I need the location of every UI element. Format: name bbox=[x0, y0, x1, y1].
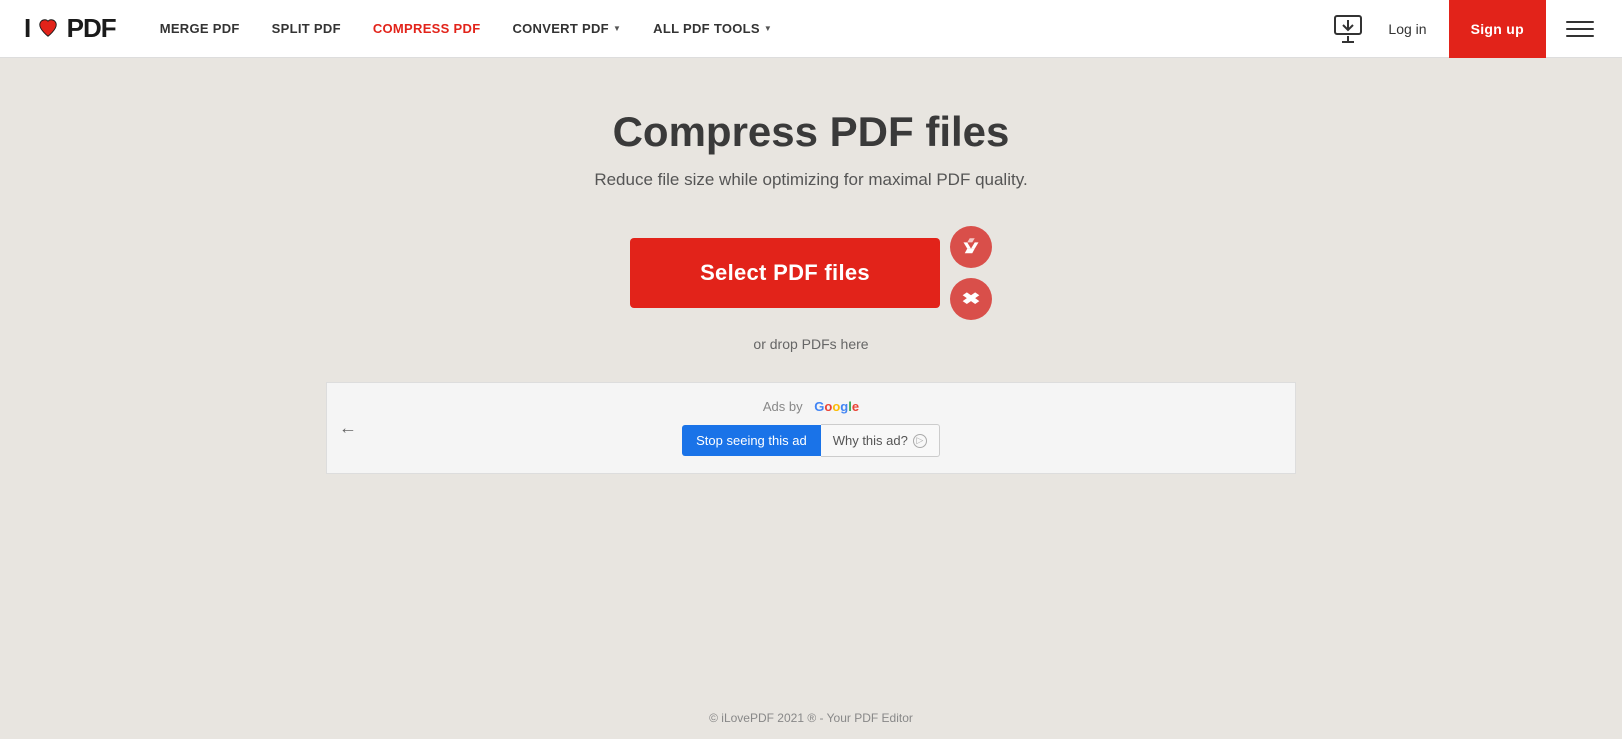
cloud-upload-icons bbox=[950, 226, 992, 320]
stop-seeing-ad-button[interactable]: Stop seeing this ad bbox=[682, 425, 821, 456]
select-files-button[interactable]: Select PDF files bbox=[630, 238, 940, 308]
dropbox-upload-button[interactable] bbox=[950, 278, 992, 320]
hamburger-line-3 bbox=[1566, 35, 1594, 37]
header-right: Log in Sign up bbox=[1330, 0, 1598, 58]
ads-by-google-label: Ads by Google bbox=[763, 399, 859, 414]
drop-text: or drop PDFs here bbox=[753, 336, 868, 352]
logo[interactable]: I PDF bbox=[24, 13, 116, 44]
nav-all-pdf-tools[interactable]: ALL PDF TOOLS bbox=[641, 13, 784, 44]
signup-button[interactable]: Sign up bbox=[1449, 0, 1546, 58]
logo-text: I PDF bbox=[24, 13, 116, 44]
why-this-ad-label: Why this ad? bbox=[833, 433, 908, 448]
footer-text: © iLovePDF 2021 ® - Your PDF Editor bbox=[709, 711, 913, 725]
login-link[interactable]: Log in bbox=[1378, 15, 1436, 43]
google-logo-text: Google bbox=[814, 399, 859, 414]
nav-convert-pdf[interactable]: CONVERT PDF bbox=[500, 13, 633, 44]
main-nav: MERGE PDF SPLIT PDF COMPRESS PDF CONVERT… bbox=[148, 13, 1331, 44]
nav-merge-pdf[interactable]: MERGE PDF bbox=[148, 13, 252, 44]
ad-container: ← Ads by Google Stop seeing this ad Why … bbox=[326, 382, 1296, 474]
nav-compress-pdf[interactable]: COMPRESS PDF bbox=[361, 13, 493, 44]
hamburger-menu-button[interactable] bbox=[1562, 11, 1598, 47]
back-arrow-icon[interactable]: ← bbox=[339, 418, 357, 439]
hamburger-line-1 bbox=[1566, 21, 1594, 23]
logo-heart-icon bbox=[37, 17, 59, 39]
upload-area: Select PDF files bbox=[630, 226, 992, 320]
why-this-ad-button[interactable]: Why this ad? ▷ bbox=[821, 424, 940, 457]
nav-split-pdf[interactable]: SPLIT PDF bbox=[260, 13, 353, 44]
hamburger-line-2 bbox=[1566, 28, 1594, 30]
page-title: Compress PDF files bbox=[613, 108, 1010, 156]
ad-controls: Stop seeing this ad Why this ad? ▷ bbox=[682, 424, 940, 457]
page-subtitle: Reduce file size while optimizing for ma… bbox=[594, 170, 1027, 190]
why-icon: ▷ bbox=[913, 434, 927, 448]
desktop-download-icon[interactable] bbox=[1330, 11, 1366, 47]
google-drive-upload-button[interactable] bbox=[950, 226, 992, 268]
